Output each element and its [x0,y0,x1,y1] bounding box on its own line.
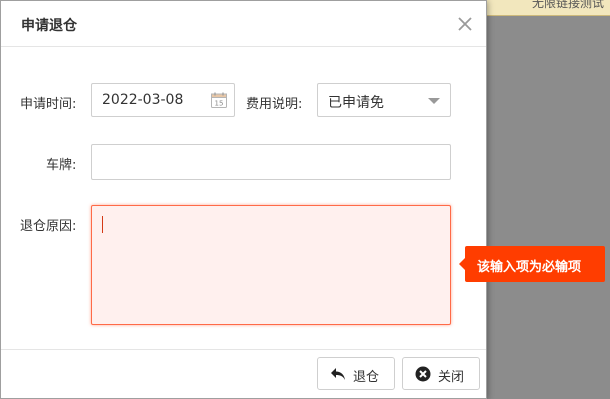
validation-tooltip: 该输入项为必输项 [459,246,605,282]
validation-message: 该输入项为必输项 [477,260,582,275]
svg-text:15: 15 [215,100,224,108]
close-button[interactable]: 关闭 [402,357,480,390]
apply-time-field[interactable]: 2022-03-08 15 [91,83,235,117]
dialog-header: 申请退仓 [1,1,486,47]
return-warehouse-dialog: 申请退仓 申请时间: 2022-03-08 15 费用说明: 已申请免 车牌: … [0,0,487,399]
reason-textarea[interactable] [91,205,451,325]
reason-label: 退仓原因: [20,219,77,234]
background-partial-text: 无限链接测试 [532,0,605,10]
apply-time-value: 2022-03-08 [102,92,184,108]
background-notice-strip: 无限链接测试 [486,0,610,16]
return-arrow-icon [330,366,346,382]
dialog-title: 申请退仓 [21,18,77,34]
fee-note-select[interactable]: 已申请免 [317,83,451,117]
plate-label: 车牌: [46,158,77,173]
close-circle-icon [415,366,431,382]
dialog-footer: 退仓 关闭 [1,349,486,398]
plate-input[interactable] [91,144,451,180]
calendar-icon[interactable]: 15 [210,91,228,109]
close-button-label: 关闭 [438,370,465,385]
chevron-down-icon [428,98,440,104]
fee-note-label: 费用说明: [246,97,303,112]
apply-time-label: 申请时间: [20,97,77,112]
return-button-label: 退仓 [353,370,380,385]
close-icon[interactable] [456,15,474,33]
return-button[interactable]: 退仓 [317,357,395,390]
text-caret [102,216,103,233]
fee-note-selected: 已申请免 [328,95,384,111]
